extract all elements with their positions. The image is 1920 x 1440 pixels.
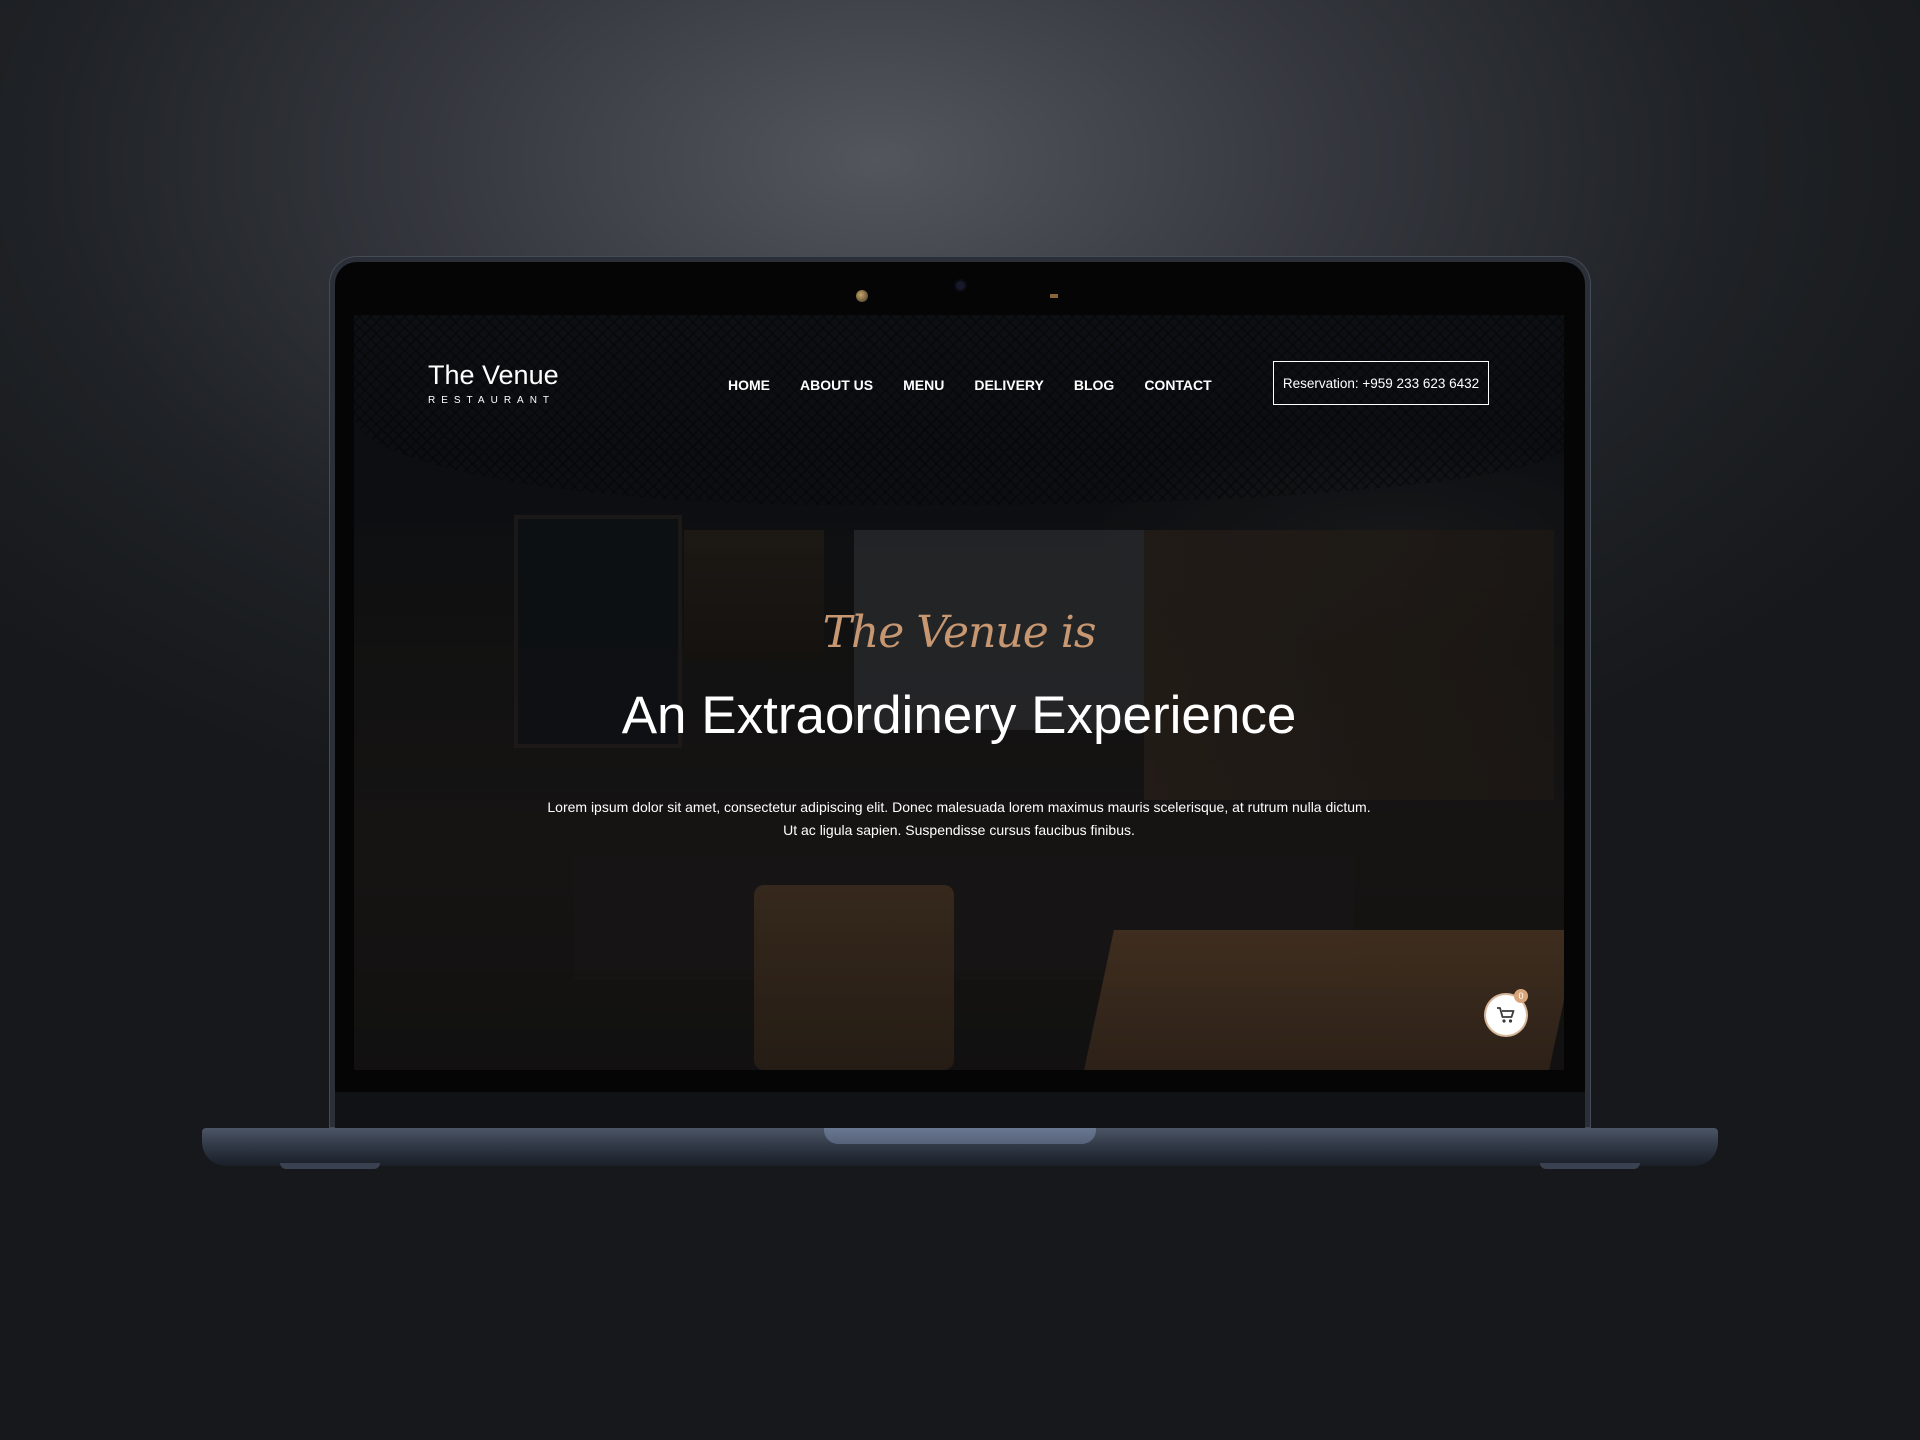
cart-icon <box>1497 1007 1515 1023</box>
camera-icon <box>956 281 965 290</box>
nav-blog[interactable]: BLOG <box>1074 377 1114 393</box>
cart-count-badge: 0 <box>1514 989 1528 1003</box>
main-nav: HOME ABOUT US MENU DELIVERY BLOG CONTACT <box>728 377 1242 393</box>
cart-button[interactable]: 0 <box>1486 989 1528 1035</box>
laptop-chin <box>335 1092 1585 1128</box>
laptop-foot-right <box>1540 1163 1640 1169</box>
hero-description-line-1: Lorem ipsum dolor sit amet, consectetur … <box>547 799 1371 815</box>
hero-headline: An Extraordinery Experience <box>621 686 1297 745</box>
sensor-icon <box>856 290 868 302</box>
logo-subtitle: RESTAURANT <box>428 395 556 406</box>
nav-about-us[interactable]: ABOUT US <box>800 377 873 393</box>
reservation-button[interactable]: Reservation: +959 233 623 6432 <box>1273 361 1489 405</box>
logo-title[interactable]: The Venue <box>428 360 559 391</box>
indicator-light <box>1050 294 1058 298</box>
nav-contact[interactable]: CONTACT <box>1144 377 1211 393</box>
nav-menu[interactable]: MENU <box>903 377 944 393</box>
laptop-foot-left <box>280 1163 380 1169</box>
website-screen: The Venue RESTAURANT HOME ABOUT US MENU … <box>354 315 1564 1070</box>
hero-description-line-2: Ut ac ligula sapien. Suspendisse cursus … <box>783 822 1135 838</box>
hero-description: Lorem ipsum dolor sit amet, consectetur … <box>354 796 1564 842</box>
nav-delivery[interactable]: DELIVERY <box>974 377 1044 393</box>
hero-script-title: The Venue is <box>822 607 1097 658</box>
laptop-notch <box>824 1128 1096 1144</box>
nav-home[interactable]: HOME <box>728 377 770 393</box>
